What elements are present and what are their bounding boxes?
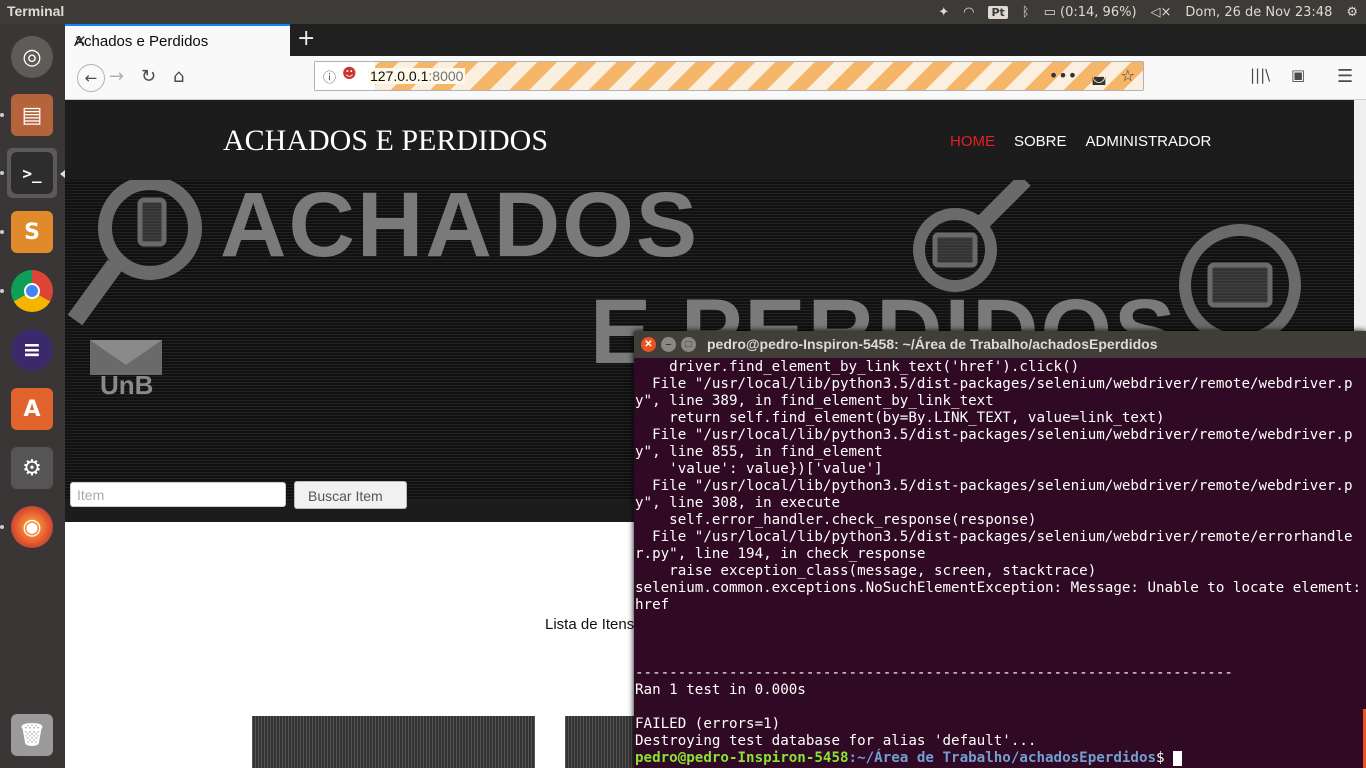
url-bar-identity: ⓘ ☻ (315, 62, 375, 90)
prompt-user: pedro@pedro-Inspiron-5458 (635, 750, 849, 766)
terminal-output: driver.find_element_by_link_text('href')… (635, 359, 1362, 749)
url-host: 127.0.0.1 (370, 68, 429, 84)
sidebar-icon[interactable]: ▣ (1291, 66, 1305, 84)
volume-icon[interactable]: ◁× (1151, 5, 1172, 20)
terminal-cursor (1173, 750, 1183, 766)
launcher-sublime[interactable]: S (7, 207, 57, 257)
tab-achados[interactable]: Achados e Perdidos ✕ (65, 24, 290, 56)
launcher-settings[interactable]: ⚙ (7, 443, 57, 493)
launcher-eclipse[interactable]: ≡ (7, 325, 57, 375)
hero-title-line1: ACHADOS (220, 180, 700, 276)
url-port: :8000 (428, 68, 464, 84)
prompt-symbol: $ (1156, 750, 1174, 766)
launcher-firefox[interactable]: ◉ (7, 502, 57, 552)
terminal-window: ✕ – □ pedro@pedro-Inspiron-5458: ~/Área … (634, 331, 1366, 768)
launcher-chrome[interactable] (7, 266, 57, 316)
firefox-icon: ◉ (11, 506, 53, 548)
maximize-window-icon[interactable]: □ (681, 337, 696, 352)
settings-icon: ⚙ (11, 447, 53, 489)
remote-control-icon[interactable]: ☻ (342, 66, 357, 82)
system-tray: ✦ ◠ Pt ᛒ ▭ (0:14, 96%) ◁× Dom, 26 de Nov… (938, 0, 1358, 24)
prompt-path: :~/Área de Trabalho/achadosEperdidos (848, 750, 1157, 766)
clock[interactable]: Dom, 26 de Nov 23:48 (1185, 5, 1332, 20)
launcher-terminal[interactable]: >_ (7, 148, 57, 198)
url-text[interactable]: 127.0.0.1:8000 (368, 68, 466, 84)
unb-logo-text: UnB (100, 370, 154, 400)
terminal-content[interactable]: driver.find_element_by_link_text('href')… (635, 359, 1365, 767)
info-icon[interactable]: ⓘ (323, 67, 336, 86)
menu-administrador[interactable]: ADMINISTRADOR (1086, 133, 1212, 150)
launcher-trash[interactable]: 🗑 (7, 710, 57, 760)
keyboard-layout-indicator[interactable]: Pt (988, 5, 1008, 19)
launcher-software[interactable]: A (7, 384, 57, 434)
item-thumbnail[interactable] (252, 716, 535, 768)
running-indicator (0, 525, 4, 529)
battery-indicator[interactable]: ▭ (0:14, 96%) (1044, 5, 1137, 20)
eclipse-icon: ≡ (11, 329, 53, 371)
software-center-icon: A (11, 388, 53, 430)
menu-sobre[interactable]: SOBRE (1014, 133, 1067, 150)
menu-icon[interactable]: ☰ (1337, 66, 1353, 87)
url-bar-actions: ••• ◛ ☆ (1049, 66, 1135, 85)
sublime-text-icon: S (11, 211, 53, 253)
library-icon[interactable]: |||\ (1250, 66, 1270, 84)
search-input[interactable]: Item (70, 482, 286, 507)
page-actions-icon[interactable]: ••• (1049, 66, 1077, 85)
wifi-icon[interactable]: ◠ (963, 5, 974, 20)
url-bar[interactable]: ⓘ ☻ 127.0.0.1:8000 ••• ◛ ☆ (314, 61, 1144, 91)
trash-icon: 🗑 (11, 714, 53, 756)
menu-home[interactable]: HOME (950, 133, 995, 150)
terminal-icon: >_ (11, 152, 53, 194)
site-menu: HOME SOBRE ADMINISTRADOR (950, 133, 1211, 150)
magnifier-phone-icon (67, 180, 202, 326)
home-icon[interactable]: ⌂ (173, 66, 184, 87)
power-icon[interactable]: ⚙ (1346, 5, 1358, 20)
minimize-window-icon[interactable]: – (661, 337, 676, 352)
bookmark-star-icon[interactable]: ☆ (1121, 66, 1135, 85)
running-indicator (0, 289, 4, 293)
running-indicator (0, 171, 4, 175)
magnifier-id-card-icon (1179, 224, 1301, 346)
running-indicator (0, 230, 4, 234)
forward-icon[interactable]: → (109, 66, 124, 87)
bluetooth-icon[interactable]: ᛒ (1022, 5, 1030, 20)
chrome-icon (11, 270, 53, 312)
navigation-bar: ← → ↻ ⌂ ⓘ ☻ 127.0.0.1:8000 ••• ◛ ☆ |||\ … (65, 56, 1366, 100)
site-header: ACHADOS E PERDIDOS HOME SOBRE ADMINISTRA… (65, 100, 1354, 180)
dropbox-icon[interactable]: ✦ (938, 5, 949, 20)
new-tab-icon[interactable]: + (297, 26, 315, 51)
top-panel: Terminal ✦ ◠ Pt ᛒ ▭ (0:14, 96%) ◁× Dom, … (0, 0, 1366, 24)
terminal-title: pedro@pedro-Inspiron-5458: ~/Área de Tra… (707, 336, 1158, 352)
reload-icon[interactable]: ↻ (141, 66, 156, 87)
site-brand[interactable]: ACHADOS E PERDIDOS (223, 124, 548, 158)
launcher: ◎ ▤ >_ S ≡ A ⚙ ◉ 🗑 (0, 24, 65, 768)
close-tab-icon[interactable]: ✕ (74, 32, 280, 50)
search-button[interactable]: Buscar Item (294, 481, 407, 509)
launcher-dash[interactable]: ◎ (7, 32, 57, 82)
tab-bar: Achados e Perdidos ✕ + (65, 24, 1366, 56)
running-indicator (0, 113, 4, 117)
terminal-titlebar[interactable]: ✕ – □ pedro@pedro-Inspiron-5458: ~/Área … (634, 331, 1366, 358)
battery-icon: ▭ (1043, 4, 1056, 20)
active-app-name: Terminal (7, 3, 65, 19)
battery-text: (0:14, 96%) (1060, 4, 1137, 20)
close-window-icon[interactable]: ✕ (641, 337, 656, 352)
ubuntu-logo-icon: ◎ (11, 36, 53, 78)
launcher-files[interactable]: ▤ (7, 90, 57, 140)
magnifier-wallet-icon (913, 180, 1031, 292)
list-title: Lista de Itens (545, 616, 635, 633)
back-icon[interactable]: ← (77, 64, 105, 92)
files-icon: ▤ (11, 94, 53, 136)
pocket-icon[interactable]: ◛ (1091, 66, 1107, 85)
